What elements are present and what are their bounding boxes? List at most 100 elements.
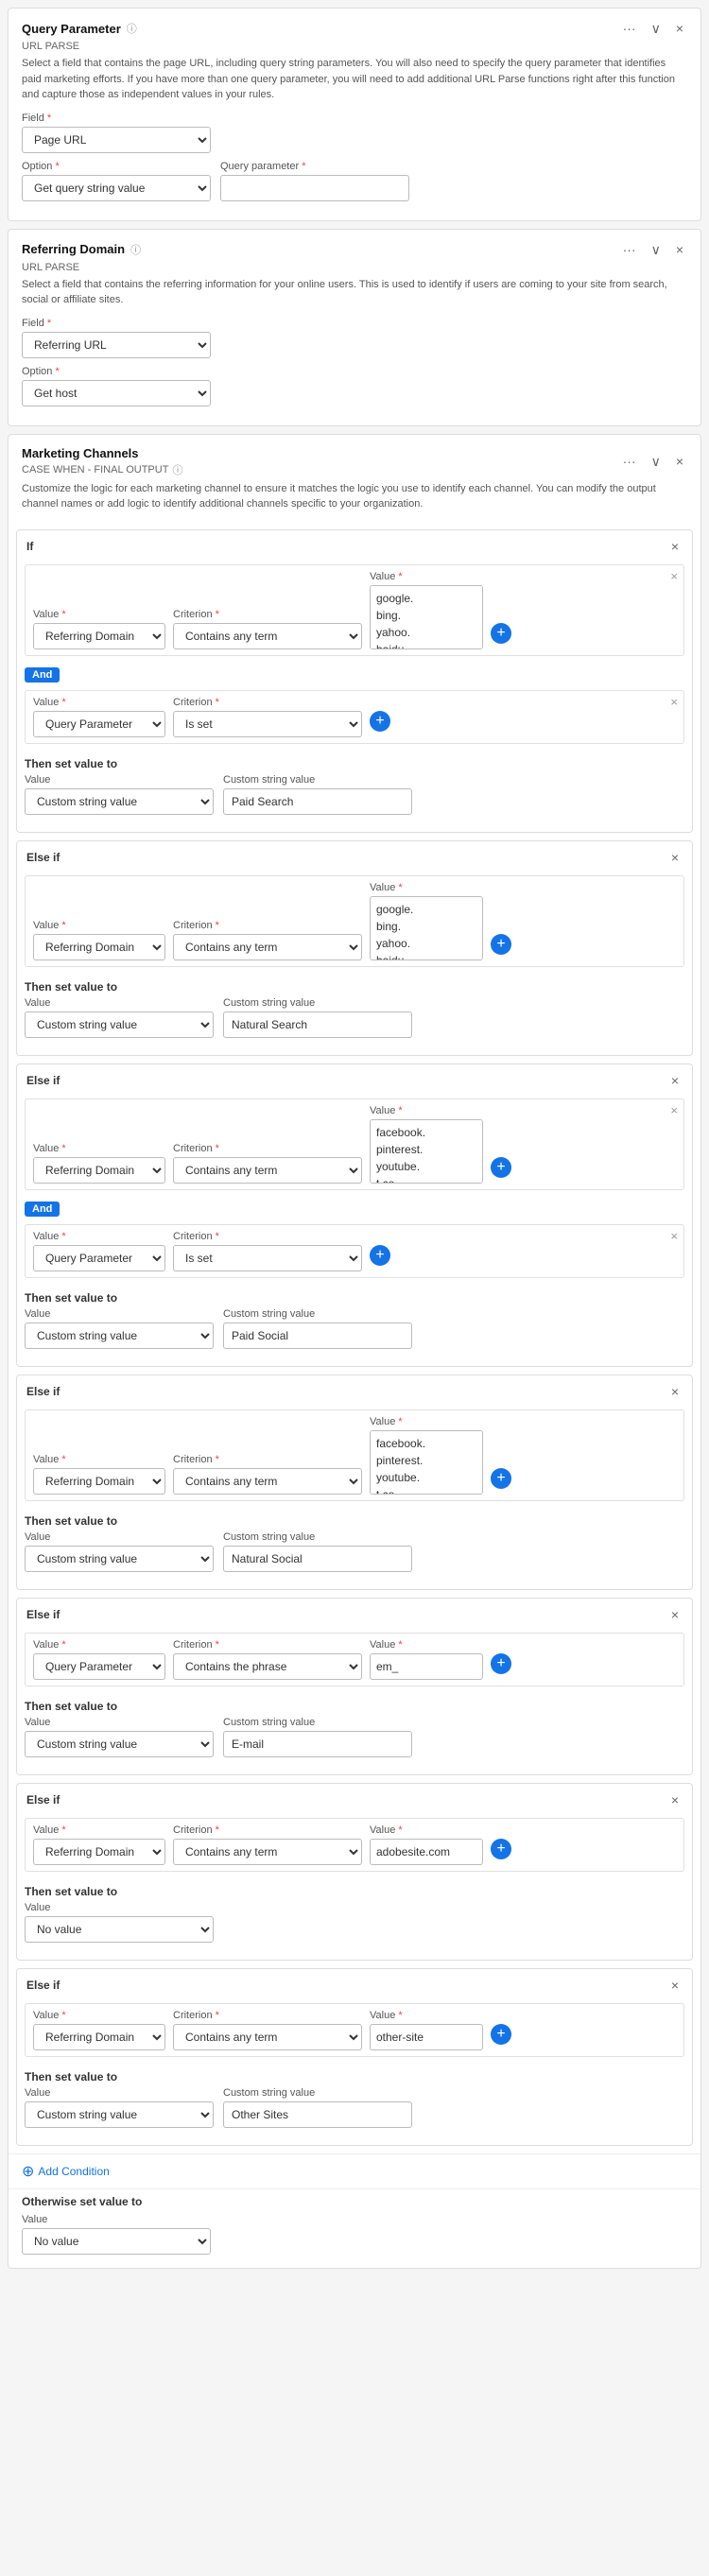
crit-select-4-0[interactable]: Contains the phrase — [173, 1653, 362, 1680]
val-select-4-0[interactable]: Query Parameter — [33, 1653, 165, 1680]
rd-field-select[interactable]: Referring URL — [22, 332, 211, 358]
close-inner-0-and[interactable]: × — [670, 695, 678, 709]
close-condition-6[interactable]: × — [667, 1977, 683, 1994]
val-select-2-0[interactable]: Referring Domain — [33, 1157, 165, 1184]
collapse-button[interactable]: ∨ — [648, 453, 665, 470]
marketing-channels-actions: ··· ∨ × — [619, 453, 687, 470]
condition-inner-6: Value Referring Domain Criterion Contain… — [25, 2003, 684, 2057]
then-val-select-5[interactable]: No value — [25, 1916, 214, 1943]
tv-textarea-4-0[interactable]: em_ — [370, 1653, 483, 1680]
field-select[interactable]: Page URL — [22, 127, 211, 153]
crit-select-2-and[interactable]: Is set — [173, 1245, 362, 1271]
close-condition-3[interactable]: × — [667, 1383, 683, 1400]
tv-textarea-5-0[interactable]: adobesite.com — [370, 1839, 483, 1865]
rd-field-group: Field Referring URL — [22, 318, 211, 358]
close-inner-2[interactable]: × — [670, 1103, 678, 1117]
then-custom-input-6[interactable] — [223, 2101, 412, 2128]
val-select-3-0[interactable]: Referring Domain — [33, 1468, 165, 1495]
referring-domain-title: Referring Domain — [22, 242, 125, 256]
close-condition-2[interactable]: × — [667, 1072, 683, 1089]
then-custom-group-6: Custom string value — [223, 2087, 412, 2128]
then-val-select-4[interactable]: Custom string value — [25, 1731, 214, 1757]
ellipsis-button[interactable]: ··· — [619, 20, 640, 37]
condition-header-4: Else if × — [17, 1599, 692, 1629]
tv-textarea-6-0[interactable]: other-site — [370, 2024, 483, 2050]
add-row-btn-1-0[interactable]: + — [491, 934, 511, 955]
then-val-group-3: Value Custom string value — [25, 1531, 214, 1572]
then-custom-input-0[interactable] — [223, 788, 412, 815]
val-group-2-and: Value Query Parameter — [33, 1231, 165, 1271]
add-row-btn-3-0[interactable]: + — [491, 1468, 511, 1489]
close-button[interactable]: × — [672, 241, 687, 258]
crit-select-1-0[interactable]: Contains any term — [173, 934, 362, 960]
tv-textarea-0-0[interactable]: google. bing. yahoo. baidu. — [370, 585, 483, 649]
condition-row-3-0: Value Referring Domain Criterion Contain… — [33, 1416, 676, 1495]
rd-option-select[interactable]: Get host — [22, 380, 211, 406]
close-condition-5[interactable]: × — [667, 1791, 683, 1808]
crit-select-3-0[interactable]: Contains any term — [173, 1468, 362, 1495]
then-val-select-3[interactable]: Custom string value — [25, 1546, 214, 1572]
val-select-0-0[interactable]: Referring Domain — [33, 623, 165, 649]
add-row-btn-2-0[interactable]: + — [491, 1157, 511, 1178]
add-row-btn-4-0[interactable]: + — [491, 1653, 511, 1674]
collapse-button[interactable]: ∨ — [648, 20, 665, 37]
add-row-btn-2-and[interactable]: + — [370, 1245, 390, 1266]
close-condition-1[interactable]: × — [667, 849, 683, 866]
tv-textarea-2-0[interactable]: facebook. pinterest. youtube. t.co — [370, 1119, 483, 1184]
crit-group-0-and: Criterion Is set — [173, 697, 362, 737]
tv-textarea-3-0[interactable]: facebook. pinterest. youtube. t.co — [370, 1430, 483, 1495]
crit-label-3-0: Criterion — [173, 1454, 362, 1465]
tv-textarea-1-0[interactable]: google. bing. yahoo. baidu. — [370, 896, 483, 960]
crit-select-6-0[interactable]: Contains any term — [173, 2024, 362, 2050]
then-custom-label-3: Custom string value — [223, 1531, 412, 1543]
then-custom-input-2[interactable] — [223, 1323, 412, 1349]
then-val-select-0[interactable]: Custom string value — [25, 788, 214, 815]
rd-option-row: Option Get host — [22, 366, 687, 406]
crit-select-2-0[interactable]: Contains any term — [173, 1157, 362, 1184]
close-condition-4[interactable]: × — [667, 1606, 683, 1623]
val-select-1-0[interactable]: Referring Domain — [33, 934, 165, 960]
add-row-btn-5-0[interactable]: + — [491, 1839, 511, 1859]
crit-select-0-and[interactable]: Is set — [173, 711, 362, 737]
val-select-2-and[interactable]: Query Parameter — [33, 1245, 165, 1271]
tv-group-6-0: Value other-site — [370, 2010, 483, 2050]
val-select-6-0[interactable]: Referring Domain — [33, 2024, 165, 2050]
add-row-btn-0-0[interactable]: + — [491, 623, 511, 644]
crit-select-0-0[interactable]: Contains any term — [173, 623, 362, 649]
close-inner-0[interactable]: × — [670, 569, 678, 583]
then-custom-input-4[interactable] — [223, 1731, 412, 1757]
crit-select-5-0[interactable]: Contains any term — [173, 1839, 362, 1865]
condition-block-4: Else if × Value Query Parameter Criterio… — [16, 1598, 693, 1775]
close-inner-2-and[interactable]: × — [670, 1229, 678, 1243]
val-select-0-and[interactable]: Query Parameter — [33, 711, 165, 737]
then-val-select-6[interactable]: Custom string value — [25, 2101, 214, 2128]
then-val-select-1[interactable]: Custom string value — [25, 1011, 214, 1038]
then-val-group-1: Value Custom string value — [25, 997, 214, 1038]
query-parameter-subtitle: URL PARSE — [22, 41, 687, 52]
add-row-btn-0-and[interactable]: + — [370, 711, 390, 732]
query-parameter-actions: ··· ∨ × — [619, 20, 687, 37]
then-custom-input-1[interactable] — [223, 1011, 412, 1038]
condition-inner-0: × Value Referring Domain Criterion Conta… — [25, 564, 684, 656]
close-button[interactable]: × — [672, 20, 687, 37]
ellipsis-button[interactable]: ··· — [619, 453, 640, 470]
query-param-input[interactable]: cid — [220, 175, 409, 201]
then-custom-input-3[interactable] — [223, 1546, 412, 1572]
then-val-select-2[interactable]: Custom string value — [25, 1323, 214, 1349]
then-val-label-4: Value — [25, 1717, 214, 1728]
otherwise-val-select[interactable]: No value — [22, 2228, 211, 2255]
close-condition-0[interactable]: × — [667, 538, 683, 555]
ellipsis-button[interactable]: ··· — [619, 241, 640, 258]
val-select-5-0[interactable]: Referring Domain — [33, 1839, 165, 1865]
crit-group-3-0: Criterion Contains any term — [173, 1454, 362, 1495]
and-badge-2: And — [25, 1202, 60, 1217]
add-condition-button[interactable]: ⊕ Add Condition — [22, 2162, 110, 2181]
condition-row-2-and: Value Query Parameter Criterion Is set + — [33, 1231, 676, 1271]
condition-row-2-0: Value Referring Domain Criterion Contain… — [33, 1105, 676, 1184]
add-row-btn-6-0[interactable]: + — [491, 2024, 511, 2045]
option-select[interactable]: Get query string value — [22, 175, 211, 201]
then-label-1: Then set value to — [17, 975, 692, 997]
close-button[interactable]: × — [672, 453, 687, 470]
collapse-button[interactable]: ∨ — [648, 241, 665, 258]
then-val-label-2: Value — [25, 1308, 214, 1320]
